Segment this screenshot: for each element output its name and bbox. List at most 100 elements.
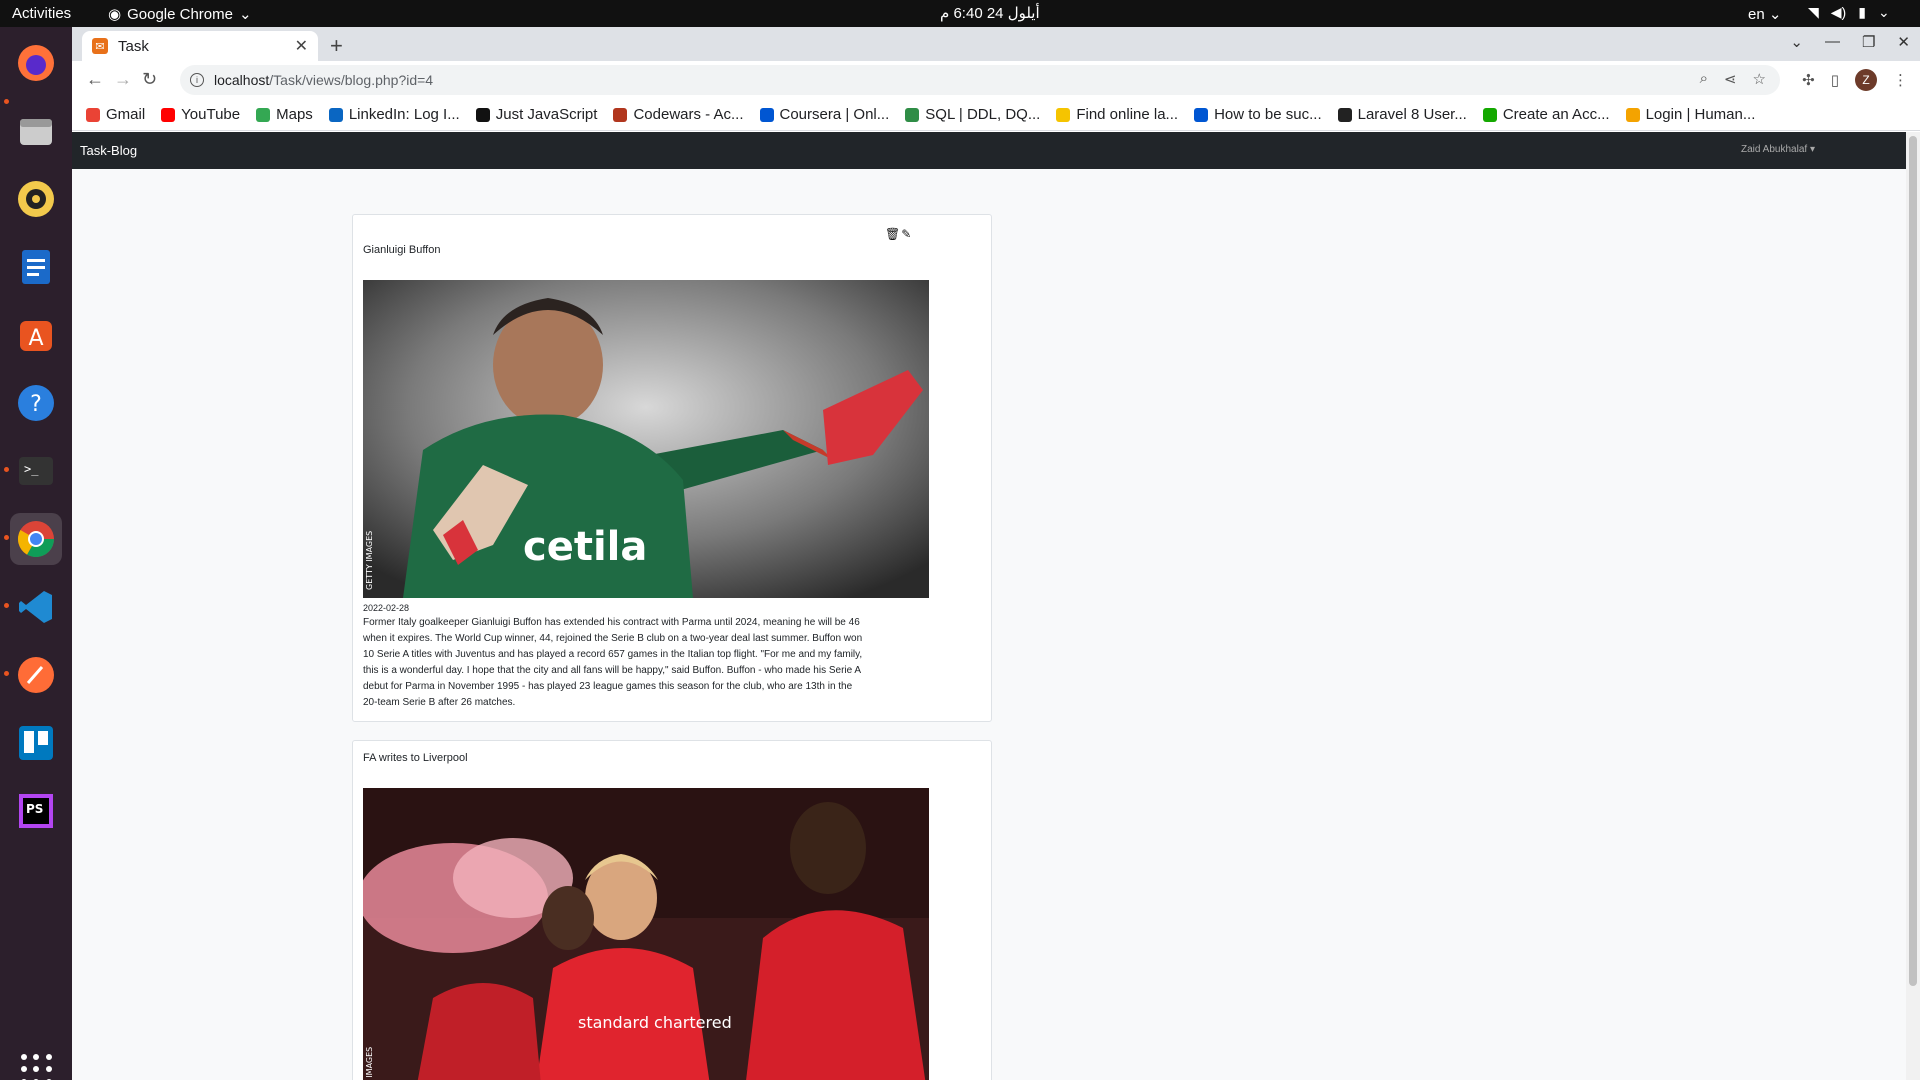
post-actions: 🗑 ✎: [885, 227, 911, 241]
site-info-icon[interactable]: i: [190, 73, 204, 87]
app-menu[interactable]: ◉ Google Chrome ⌄: [108, 5, 252, 24]
help-icon[interactable]: ?: [10, 377, 62, 429]
terminal-icon[interactable]: >_: [10, 445, 62, 497]
bookmark-item[interactable]: LinkedIn: Log I...: [328, 106, 460, 123]
scrollbar-thumb[interactable]: [1909, 136, 1917, 986]
svg-text:>_: >_: [24, 462, 39, 476]
image-credit: GETTY IMAGES: [365, 1047, 374, 1080]
wifi-icon: ◥: [1808, 4, 1819, 20]
window-controls: ⌄ — ❐ ✕: [1790, 33, 1910, 51]
bookmark-favicon-icon: [256, 107, 271, 122]
bookmark-item[interactable]: SQL | DDL, DQ...: [905, 106, 1040, 123]
bookmark-item[interactable]: Gmail: [86, 106, 145, 123]
running-indicator: [4, 671, 9, 676]
tab-search-icon[interactable]: ⌄: [1790, 33, 1803, 51]
address-bar[interactable]: i localhost/Task/views/blog.php?id=4 ⌕ ⋖…: [180, 65, 1780, 95]
restore-icon[interactable]: ❐: [1862, 33, 1875, 51]
menu-icon[interactable]: ⋮: [1893, 71, 1908, 89]
bookmark-favicon-icon: [759, 107, 774, 122]
bookmark-label: Find online la...: [1076, 106, 1179, 123]
bookmark-favicon-icon: [328, 107, 343, 122]
extensions-icon[interactable]: ✣: [1802, 71, 1815, 89]
svg-text:A: A: [28, 326, 43, 351]
bookmark-item[interactable]: Login | Human...: [1625, 106, 1756, 123]
system-top-bar: Activities ◉ Google Chrome ⌄ أيلول 24 6:…: [0, 0, 1920, 27]
browser-toolbar: ← → ↻ i localhost/Task/views/blog.php?id…: [72, 61, 1920, 99]
clock[interactable]: أيلول 24 6:40 م: [940, 4, 1040, 22]
post-card: FA writes to Liverpool standard chartere…: [352, 740, 992, 1080]
close-window-icon[interactable]: ✕: [1897, 33, 1910, 51]
bookmark-label: Gmail: [106, 106, 146, 123]
bookmark-favicon-icon: [1625, 107, 1640, 122]
phpstorm-icon[interactable]: PS: [10, 785, 62, 837]
app-name: Google Chrome: [127, 5, 233, 23]
running-indicator: [4, 535, 9, 540]
bookmark-item[interactable]: Codewars - Ac...: [613, 106, 744, 123]
post-image: cetila GETTY IMAGES: [363, 280, 929, 598]
chrome-window: ✉ Task ✕ + ⌄ — ❐ ✕ ← → ↻ i localhost/Tas…: [72, 27, 1920, 1080]
page-viewport: Task-Blog Zaid Abukhalaf ▾ Gianluigi Buf…: [72, 132, 1920, 1080]
profile-avatar[interactable]: Z: [1855, 69, 1877, 91]
close-tab-icon[interactable]: ✕: [295, 36, 308, 56]
bookmark-label: Create an Acc...: [1502, 106, 1610, 123]
share-icon[interactable]: ⋖: [1724, 70, 1737, 88]
side-panel-icon[interactable]: ▯: [1831, 71, 1839, 89]
minimize-icon[interactable]: —: [1825, 33, 1840, 51]
site-navbar: Task-Blog Zaid Abukhalaf ▾: [72, 132, 1906, 169]
bookmark-item[interactable]: Maps: [256, 106, 313, 123]
libreoffice-writer-icon[interactable]: [10, 241, 62, 293]
chrome-icon[interactable]: [10, 513, 62, 565]
firefox-icon[interactable]: [10, 37, 62, 89]
edit-icon[interactable]: ✎: [901, 227, 911, 241]
bookmark-item[interactable]: YouTube: [161, 106, 240, 123]
activities-button[interactable]: Activities: [12, 5, 71, 22]
bookmark-favicon-icon: [1056, 107, 1071, 122]
jersey-sponsor-text: cetila: [523, 524, 647, 570]
bookmark-item[interactable]: Laravel 8 User...: [1337, 106, 1467, 123]
post-title: FA writes to Liverpool: [363, 752, 468, 764]
vscode-icon[interactable]: [10, 581, 62, 633]
bookmark-item[interactable]: Just JavaScript: [475, 106, 598, 123]
files-icon[interactable]: [10, 105, 62, 157]
bookmarks-bar: Gmail YouTube Maps LinkedIn: Log I... Just J…: [72, 99, 1920, 131]
forward-icon[interactable]: →: [114, 69, 132, 90]
bookmark-item[interactable]: Coursera | Onl...: [759, 106, 889, 123]
url-host: localhost: [214, 72, 270, 88]
bookmark-star-icon[interactable]: ☆: [1753, 70, 1766, 88]
bookmark-favicon-icon: [86, 107, 100, 122]
chevron-down-icon: ⌄: [238, 6, 252, 23]
rhythmbox-icon[interactable]: [10, 173, 62, 225]
bookmark-item[interactable]: Create an Acc...: [1482, 106, 1610, 123]
trash-icon[interactable]: 🗑: [885, 227, 900, 241]
svg-text:?: ?: [30, 392, 42, 417]
bookmark-label: Just JavaScript: [495, 106, 598, 123]
tab-task[interactable]: ✉ Task ✕: [82, 31, 318, 61]
running-indicator: [4, 603, 9, 608]
show-applications-icon[interactable]: [21, 1054, 53, 1080]
site-brand[interactable]: Task-Blog: [80, 143, 137, 158]
bookmark-favicon-icon: [613, 107, 628, 122]
volume-icon: ◀): [1830, 4, 1847, 20]
postman-icon[interactable]: [10, 649, 62, 701]
battery-icon: ▮: [1858, 4, 1866, 20]
new-tab-icon[interactable]: +: [330, 33, 343, 59]
running-indicator: [4, 467, 9, 472]
bookmark-favicon-icon: [475, 107, 490, 122]
bookmark-item[interactable]: Find online la...: [1056, 106, 1178, 123]
bookmark-label: Login | Human...: [1645, 106, 1756, 123]
zoom-icon[interactable]: ⌕: [1700, 70, 1708, 88]
trello-icon[interactable]: [10, 717, 62, 769]
url-path: /Task/views/blog.php?id=4: [269, 72, 434, 88]
system-tray[interactable]: ◥ ◀) ▮ ⌄: [1808, 4, 1890, 21]
user-dropdown[interactable]: Zaid Abukhalaf ▾: [1741, 144, 1815, 155]
software-center-icon[interactable]: A: [10, 309, 62, 361]
jersey-sponsor-text: standard chartered: [578, 1013, 732, 1032]
language-indicator[interactable]: en ⌄: [1748, 5, 1781, 23]
bookmark-item[interactable]: How to be suc...: [1194, 106, 1322, 123]
bookmark-favicon-icon: [1337, 107, 1352, 122]
reload-icon[interactable]: ↻: [142, 69, 157, 90]
bookmark-label: Laravel 8 User...: [1357, 106, 1467, 123]
back-icon[interactable]: ←: [86, 69, 104, 90]
tab-strip: ✉ Task ✕ + ⌄ — ❐ ✕: [72, 27, 1920, 61]
page-scrollbar[interactable]: [1906, 132, 1920, 1080]
